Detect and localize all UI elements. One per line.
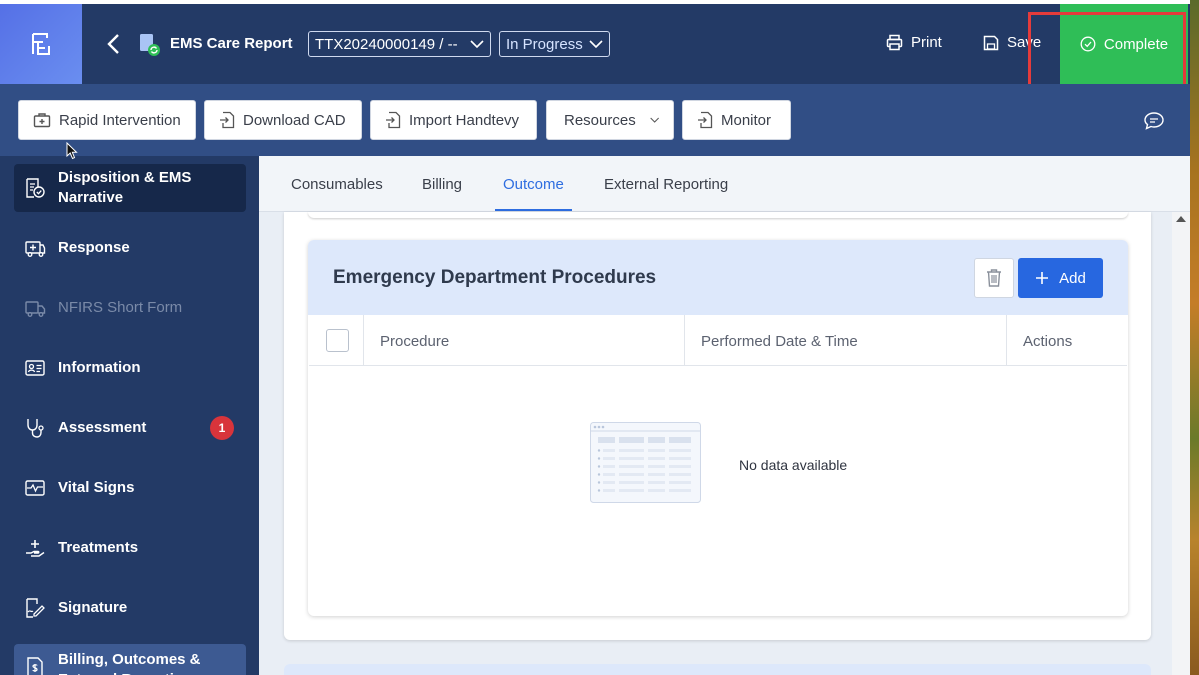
column-divider <box>363 315 364 366</box>
scrollbar[interactable] <box>1172 212 1190 675</box>
sidebar-item-label: Response <box>58 239 130 256</box>
sidebar-item-disposition[interactable]: Disposition & EMS Narrative <box>14 164 246 212</box>
tab-billing[interactable]: Billing <box>422 176 462 193</box>
assessment-count-badge: 1 <box>210 416 234 440</box>
import-handtevy-button[interactable]: Import Handtevy <box>370 100 537 140</box>
chevron-down-icon <box>650 117 659 123</box>
rapid-intervention-label: Rapid Intervention <box>59 111 181 129</box>
floppy-disk-icon <box>983 35 999 50</box>
sidebar-item-label: Assessment <box>58 419 147 436</box>
stethoscope-icon <box>27 419 44 438</box>
logo-icon <box>32 33 50 55</box>
report-id-value: TTX20240000149 / -- <box>315 35 458 53</box>
sidebar-item-response[interactable]: Response <box>14 224 246 272</box>
truck-icon <box>25 301 46 317</box>
column-header-actions: Actions <box>1023 333 1073 350</box>
next-card-edge <box>284 664 1151 675</box>
resources-dropdown[interactable]: Resources <box>546 100 674 140</box>
rapid-intervention-button[interactable]: Rapid Intervention <box>18 100 196 140</box>
report-sync-icon <box>138 33 162 57</box>
sidebar-item-billing[interactable]: Billing, Outcomes & External Reporting <box>14 644 246 675</box>
disposition-icon <box>26 178 45 198</box>
plus-icon <box>1036 272 1049 284</box>
sidebar-item-nfirs[interactable]: NFIRS Short Form <box>14 284 246 332</box>
resources-label: Resources <box>564 111 636 129</box>
vitals-icon <box>25 480 45 496</box>
printer-icon <box>886 34 903 51</box>
sidebar-item-assessment[interactable]: Assessment 1 <box>14 404 246 452</box>
sidebar-item-label: Signature <box>58 599 128 616</box>
select-all-checkbox[interactable] <box>326 329 349 352</box>
treatment-icon <box>26 540 45 557</box>
signature-icon <box>26 598 45 618</box>
id-card-icon <box>25 360 45 376</box>
empty-state-text: No data available <box>739 457 848 473</box>
billing-icon <box>27 657 43 675</box>
chat-icon[interactable] <box>1143 111 1165 131</box>
chevron-down-icon <box>589 40 603 49</box>
sidebar-item-label: NFIRS Short Form <box>58 299 183 316</box>
column-header-procedure[interactable]: Procedure <box>380 333 449 350</box>
file-import-icon <box>698 111 713 129</box>
file-import-icon <box>386 111 401 129</box>
back-chevron-icon[interactable] <box>104 32 124 56</box>
first-aid-kit-icon <box>33 113 51 128</box>
sidebar-item-label: Vital Signs <box>58 479 135 496</box>
sidebar-item-label: Billing, Outcomes & External Reporting <box>58 651 201 675</box>
previous-card-edge <box>308 212 1128 218</box>
report-id-select[interactable]: TTX20240000149 / -- <box>308 31 491 57</box>
status-value: In Progress <box>506 35 583 53</box>
tab-outcome[interactable]: Outcome <box>503 176 564 193</box>
monitor-label: Monitor <box>721 111 772 129</box>
mouse-cursor-icon <box>66 141 78 160</box>
empty-table-illustration <box>590 422 701 503</box>
column-divider <box>684 315 685 366</box>
column-divider <box>1006 315 1007 366</box>
file-import-icon <box>220 111 235 129</box>
sidebar-item-signature[interactable]: Signature <box>14 584 246 632</box>
column-header-performed-date[interactable]: Performed Date & Time <box>701 333 858 350</box>
active-tab-indicator <box>495 209 572 211</box>
monitor-button[interactable]: Monitor <box>682 100 791 140</box>
trash-icon <box>987 269 1001 287</box>
desktop-background <box>1190 0 1199 675</box>
window-top-edge <box>0 0 1190 4</box>
response-icon <box>25 241 46 257</box>
app-title: EMS Care Report <box>170 35 293 52</box>
add-label: Add <box>1059 269 1086 287</box>
sidebar-item-information[interactable]: Information <box>14 344 246 392</box>
download-cad-label: Download CAD <box>243 111 346 129</box>
print-button[interactable]: Print <box>886 34 942 51</box>
card-title: Emergency Department Procedures <box>333 267 657 288</box>
chevron-down-icon <box>470 40 484 49</box>
import-handtevy-label: Import Handtevy <box>409 111 520 129</box>
tab-external-reporting[interactable]: External Reporting <box>604 176 728 193</box>
tab-consumables[interactable]: Consumables <box>291 176 383 193</box>
delete-button[interactable] <box>974 258 1014 298</box>
sidebar-item-treatments[interactable]: Treatments <box>14 524 246 572</box>
sidebar-item-vital-signs[interactable]: Vital Signs <box>14 464 246 512</box>
scroll-up-arrow-icon[interactable] <box>1176 216 1186 222</box>
sidebar-item-label: Information <box>58 359 141 376</box>
status-select[interactable]: In Progress <box>499 31 610 57</box>
print-label: Print <box>911 34 942 51</box>
download-cad-button[interactable]: Download CAD <box>204 100 362 140</box>
add-procedure-button[interactable]: Add <box>1018 258 1103 298</box>
sidebar-item-label: Treatments <box>58 539 139 556</box>
sidebar-item-label: Disposition & EMS Narrative <box>58 169 192 206</box>
app-logo[interactable] <box>0 4 82 84</box>
